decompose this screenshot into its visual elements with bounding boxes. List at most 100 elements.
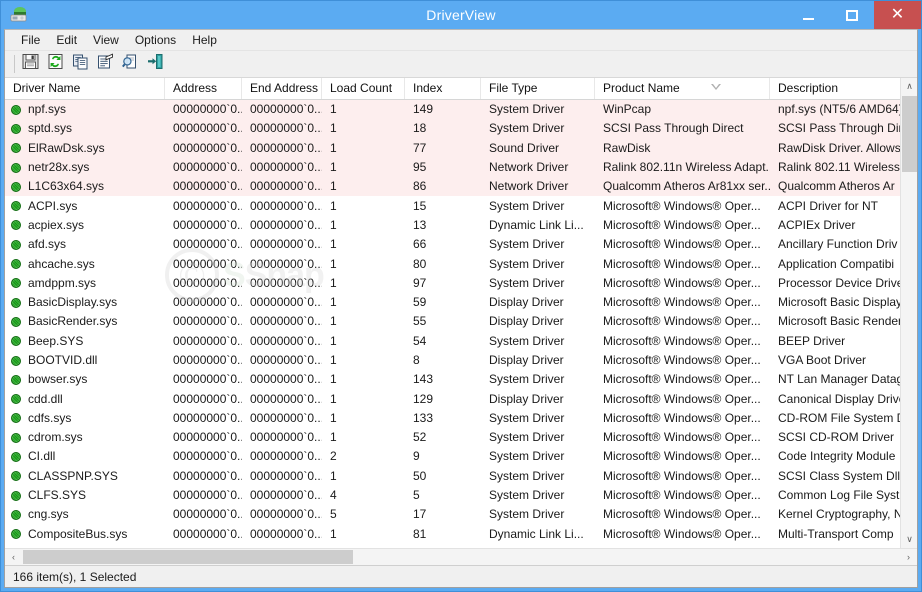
table-row[interactable]: ElRawDsk.sys 00000000`0... 00000000`0... 1 7…: [5, 138, 917, 158]
horizontal-scrollbar[interactable]: ‹ ›: [5, 548, 917, 565]
table-row[interactable]: npf.sys 00000000`0... 00000000`0... 1 149 Sys…: [5, 100, 917, 120]
table-row[interactable]: CLFS.SYS 00000000`0... 00000000`0... 4 5 Syst…: [5, 486, 917, 505]
cell-load-count: 1: [330, 353, 337, 367]
table-row[interactable]: sptd.sys 00000000`0... 00000000`0... 1 18 Sys…: [5, 119, 917, 139]
table-row[interactable]: afd.sys 00000000`0... 00000000`0... 1 66 Syst…: [5, 235, 917, 254]
cell-file-type: System Driver: [489, 449, 565, 464]
driver-status-icon: [11, 297, 21, 308]
table-row[interactable]: acpiex.sys 00000000`0... 00000000`0... 1 13 D…: [5, 216, 917, 235]
cell-index: 149: [413, 102, 434, 117]
cell-index: 9: [413, 449, 420, 464]
cell-end-address: 00000000`0...: [250, 410, 322, 425]
menu-edit[interactable]: Edit: [48, 31, 85, 50]
column-header-description[interactable]: Description: [770, 78, 910, 99]
cell-end-address: 00000000`0...: [250, 314, 322, 329]
column-header-product-name[interactable]: Product Name: [595, 78, 770, 99]
cell-address: 00000000`0...: [173, 507, 242, 522]
cell-file-type: System Driver: [489, 102, 565, 117]
cell-file-type: System Driver: [489, 468, 565, 483]
vertical-scrollbar[interactable]: ∧ ∨: [900, 78, 917, 548]
cell-address: 00000000`0...: [173, 372, 242, 387]
refresh-button[interactable]: [43, 53, 67, 75]
cell-index: 133: [413, 410, 434, 425]
cell-product-name: Microsoft® Windows® Oper...: [603, 314, 761, 329]
cell-driver-name: cng.sys: [5, 505, 165, 524]
horizontal-scrollbar-thumb[interactable]: [23, 550, 353, 564]
driver-name-label: netr28x.sys: [28, 160, 90, 175]
cell-file-type: Network Driver: [489, 179, 569, 194]
cell-index: 50: [413, 468, 427, 483]
cell-file-type: System Driver: [489, 237, 565, 252]
cell-file-type: System Driver: [489, 275, 565, 290]
table-row[interactable]: bowser.sys 00000000`0... 00000000`0... 1 143…: [5, 370, 917, 389]
column-header-end-address[interactable]: End Address: [242, 78, 322, 99]
table-row[interactable]: cng.sys 00000000`0... 00000000`0... 5 17 Syst…: [5, 505, 917, 524]
column-header-load-count[interactable]: Load Count: [322, 78, 405, 99]
table-row[interactable]: CLASSPNP.SYS 00000000`0... 00000000`0... 1 5…: [5, 467, 917, 486]
cell-index: 54: [413, 333, 427, 348]
table-row[interactable]: BasicDisplay.sys 00000000`0... 00000000`0.…: [5, 293, 917, 312]
cell-load-count: 1: [330, 468, 337, 483]
menu-view[interactable]: View: [85, 31, 127, 50]
cell-description: Canonical Display Drive: [778, 391, 906, 406]
cell-index: 59: [413, 295, 427, 310]
properties-button[interactable]: [93, 53, 117, 75]
scroll-right-icon[interactable]: ›: [900, 549, 917, 565]
minimize-button[interactable]: [786, 1, 830, 29]
driver-status-icon: [11, 451, 21, 462]
menu-file[interactable]: File: [13, 31, 48, 50]
copy-button[interactable]: [68, 53, 92, 75]
table-row[interactable]: netr28x.sys 00000000`0... 00000000`0... 1 95…: [5, 157, 917, 178]
column-header-driver-name[interactable]: Driver Name: [5, 78, 165, 99]
table-row[interactable]: ahcache.sys 00000000`0... 00000000`0... 1 80…: [5, 254, 917, 273]
cell-index: 15: [413, 198, 427, 213]
save-button[interactable]: [18, 53, 42, 75]
cell-description: CD-ROM File System D: [778, 410, 906, 425]
cell-load-count: 4: [330, 488, 337, 503]
close-button[interactable]: ✕: [874, 1, 921, 29]
driver-name-label: cdfs.sys: [28, 410, 72, 425]
table-row[interactable]: cdd.dll 00000000`0... 00000000`0... 1 129 Dis…: [5, 389, 917, 408]
table-row[interactable]: BasicRender.sys 00000000`0... 00000000`0..…: [5, 312, 917, 331]
vertical-scrollbar-thumb[interactable]: [902, 96, 917, 172]
table-row[interactable]: Beep.SYS 00000000`0... 00000000`0... 1 54 Sys…: [5, 332, 917, 351]
cell-description: SCSI Class System Dll: [778, 468, 901, 483]
exit-button[interactable]: [143, 53, 167, 75]
scroll-down-icon[interactable]: ∨: [901, 531, 917, 548]
cell-load-count: 2: [330, 449, 337, 464]
column-header-index[interactable]: Index: [405, 78, 481, 99]
cell-index: 13: [413, 217, 427, 232]
scroll-left-icon[interactable]: ‹: [5, 549, 22, 565]
cell-address: 00000000`0...: [173, 198, 242, 213]
cell-address: 00000000`0...: [173, 449, 242, 464]
table-row[interactable]: cdfs.sys 00000000`0... 00000000`0... 1 133 Sy…: [5, 409, 917, 428]
driver-name-label: cng.sys: [28, 507, 69, 522]
menu-help[interactable]: Help: [184, 31, 225, 50]
column-header-file-type[interactable]: File Type: [481, 78, 595, 99]
column-header-address[interactable]: Address: [165, 78, 242, 99]
cell-end-address: 00000000`0...: [250, 237, 322, 252]
table-row[interactable]: amdppm.sys 00000000`0... 00000000`0... 1 97 S…: [5, 274, 917, 293]
table-row[interactable]: cdrom.sys 00000000`0... 00000000`0... 1 52 Sy…: [5, 428, 917, 447]
cell-end-address: 00000000`0...: [250, 333, 322, 348]
cell-file-type: System Driver: [489, 198, 565, 213]
cell-product-name: Microsoft® Windows® Oper...: [603, 295, 761, 310]
cell-address: 00000000`0...: [173, 217, 242, 232]
table-row[interactable]: ACPI.sys 00000000`0... 00000000`0... 1 15 Sys…: [5, 196, 917, 215]
table-row[interactable]: CompositeBus.sys 00000000`0... 00000000`0.…: [5, 525, 917, 544]
cell-description: Kernel Cryptography, N: [778, 507, 903, 522]
find-button[interactable]: [118, 53, 142, 75]
cell-end-address: 00000000`0...: [250, 121, 322, 136]
window-title: DriverView: [426, 7, 496, 23]
driver-list: Driver Name Address End Address Load Cou…: [5, 78, 917, 548]
table-row[interactable]: CI.dll 00000000`0... 00000000`0... 2 9 System…: [5, 447, 917, 466]
table-row[interactable]: L1C63x64.sys 00000000`0... 00000000`0... 1 8…: [5, 177, 917, 197]
maximize-button[interactable]: [830, 1, 874, 29]
status-bar: 166 item(s), 1 Selected: [5, 565, 917, 587]
menu-options[interactable]: Options: [127, 31, 184, 50]
list-rows[interactable]: npf.sys 00000000`0... 00000000`0... 1 149 Sys…: [5, 100, 917, 548]
cell-index: 143: [413, 372, 434, 387]
scroll-up-icon[interactable]: ∧: [901, 78, 917, 95]
table-row[interactable]: BOOTVID.dll 00000000`0... 00000000`0... 1 8 D…: [5, 351, 917, 370]
driver-name-label: CompositeBus.sys: [28, 526, 128, 541]
